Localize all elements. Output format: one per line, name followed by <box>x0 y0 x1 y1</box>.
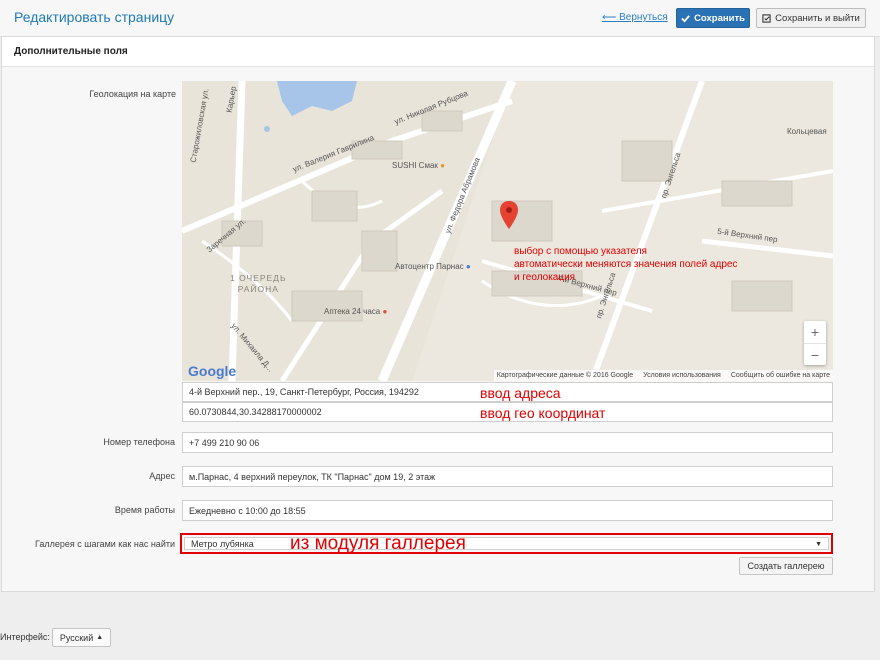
language-dropdown[interactable]: Русский ▲ <box>52 628 111 647</box>
gallery-annotation: из модуля галлерея <box>290 533 466 554</box>
interface-label: Интерфейс: <box>0 632 50 642</box>
check-icon <box>681 14 690 23</box>
pharmacy-icon: ● <box>382 307 388 316</box>
zoom-out-button[interactable]: − <box>804 344 826 366</box>
district-label: 1 ОЧЕРЕДЬ РАЙОНА <box>230 273 287 294</box>
poi-sushi[interactable]: SUSHI Смак ● <box>392 161 445 170</box>
address-label: Адрес <box>149 471 175 481</box>
report-error-link[interactable]: Сообщить об ошибке на карте <box>731 372 830 379</box>
address-input[interactable]: м.Парнас, 4 верхний переулок, ТК "Парнас… <box>182 466 833 487</box>
zoom-control: + − <box>804 321 826 365</box>
phone-input[interactable]: +7 499 210 90 06 <box>182 432 833 453</box>
back-link-label: Вернуться <box>619 12 668 23</box>
caret-up-icon: ▲ <box>96 634 104 641</box>
save-button[interactable]: Сохранить <box>676 8 750 28</box>
pin-annotation: выбор с помощью указателя автоматически … <box>514 246 738 283</box>
panel-title: Дополнительные поля <box>14 46 128 57</box>
save-and-exit-button[interactable]: Сохранить и выйти <box>756 8 866 28</box>
save-button-label: Сохранить <box>694 12 745 24</box>
caret-down-icon: ▼ <box>815 541 822 548</box>
google-logo: Google <box>188 363 237 379</box>
address-annotation: ввод адреса <box>480 385 561 401</box>
gallery-label: Галлерея с шагами как нас найти <box>34 539 175 549</box>
shop-icon: ● <box>465 262 471 271</box>
zoom-in-button[interactable]: + <box>804 321 826 344</box>
page-title: Редактировать страницу <box>14 9 175 25</box>
map-marker-icon[interactable] <box>500 201 518 229</box>
edit-check-icon <box>762 13 771 23</box>
restaurant-icon: ● <box>440 161 445 170</box>
panel-header: Дополнительные поля <box>2 37 874 67</box>
hours-label: Время работы <box>114 505 175 515</box>
poi-pharmacy[interactable]: Аптека 24 часа ● <box>324 307 387 316</box>
map-attribution: Картографические данные © 2016 Google Ус… <box>493 370 833 381</box>
geo-annotation: ввод гео координат <box>480 405 606 421</box>
gallery-select-value: Метро лубянка <box>191 538 254 549</box>
hours-input[interactable]: Ежедневно с 10:00 до 18:55 <box>182 500 833 521</box>
map-widget[interactable]: ул. Николая Рубцова ул. Валерия Гаврилин… <box>182 81 833 381</box>
create-gallery-button[interactable]: Создать галлерею <box>739 557 833 575</box>
street-label: Кольцевая <box>787 127 827 136</box>
terms-link[interactable]: Условия использования <box>643 372 721 379</box>
language-value: Русский <box>59 632 94 643</box>
back-link[interactable]: ⟵ Вернуться <box>602 12 668 23</box>
top-bar: Редактировать страницу ⟵ Вернуться Сохра… <box>0 0 880 37</box>
arrow-left-icon: ⟵ <box>602 12 617 23</box>
gallery-select[interactable]: Метро лубянка ▼ <box>184 537 829 550</box>
save-and-exit-label: Сохранить и выйти <box>775 12 860 24</box>
map-label: Геолокация на карте <box>89 89 176 99</box>
map-data-credit: Картографические данные © 2016 Google <box>496 372 634 379</box>
poi-autocenter[interactable]: Автоцентр Парнас ● <box>395 262 471 271</box>
gallery-highlight: Метро лубянка ▼ <box>180 533 833 554</box>
phone-label: Номер телефона <box>103 437 175 447</box>
